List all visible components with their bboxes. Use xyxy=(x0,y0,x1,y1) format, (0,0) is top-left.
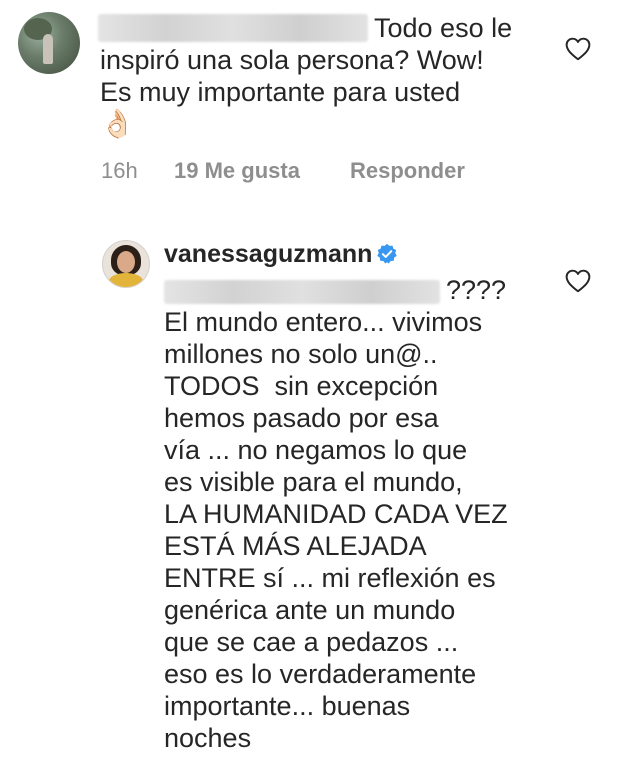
comment-1-likes-count[interactable]: 19 Me gusta xyxy=(174,158,300,184)
heart-outline-icon[interactable] xyxy=(565,269,591,293)
reply-author-line: vanessaguzmann xyxy=(164,238,398,270)
reply-text: El mundo entero... vivimos millones no s… xyxy=(164,307,508,753)
reply-mention-suffix: ???? xyxy=(446,275,507,305)
comment-1-emoji: 👌🏻 xyxy=(100,108,135,139)
avatar-figure xyxy=(43,34,53,64)
avatar-shirt xyxy=(109,273,143,287)
comment-1-username-redacted xyxy=(98,14,368,42)
comment-1-text: inspiró una sola persona? Wow! Es muy im… xyxy=(100,45,484,107)
reply-author-avatar[interactable] xyxy=(102,240,150,288)
reply-author-username[interactable]: vanessaguzmann xyxy=(164,240,372,269)
reply-mention-redacted xyxy=(164,280,440,304)
comment-1-reply-button[interactable]: Responder xyxy=(350,158,465,184)
heart-outline-icon[interactable] xyxy=(565,37,591,61)
verified-badge-icon xyxy=(377,243,398,264)
commenter-avatar[interactable] xyxy=(18,12,80,74)
avatar-face xyxy=(117,251,135,273)
comment-1-time[interactable]: 16h xyxy=(101,158,138,184)
comment-1-text-first-line: Todo eso le xyxy=(374,13,513,43)
